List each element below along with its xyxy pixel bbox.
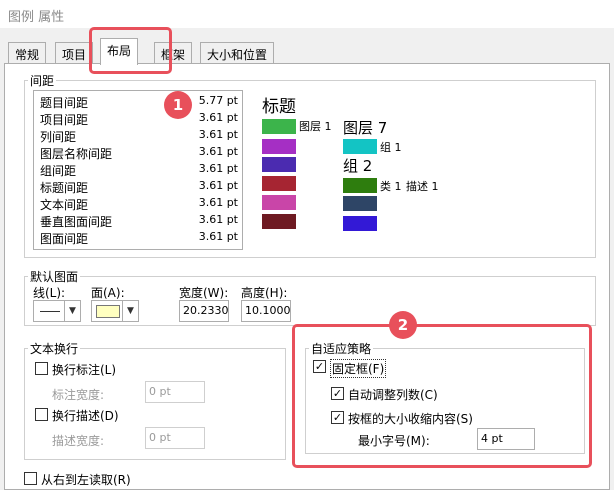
height-label: 高度(H): (241, 286, 288, 300)
window-title: 图例 属性 (0, 0, 614, 28)
spacing-row[interactable]: 图层名称间距 3.61 pt (40, 145, 240, 162)
annotation-badge-2: 2 (389, 311, 417, 339)
preview-desc1: 描述 1 (406, 180, 439, 193)
spacing-row[interactable]: 组间距 3.61 pt (40, 162, 240, 179)
preview-group1: 组 1 (380, 141, 402, 154)
preview-swatch (262, 139, 296, 154)
height-input[interactable]: 10.1000 (241, 300, 291, 322)
wrap-desc-checkbox[interactable] (35, 408, 48, 421)
spacing-row[interactable]: 题目间距 5.77 pt (40, 94, 240, 111)
width-input[interactable]: 20.2330 (179, 300, 229, 322)
spacing-row[interactable]: 垂直图面间距 3.61 pt (40, 213, 240, 230)
preview-swatch (262, 195, 296, 210)
preview-layer7: 图层 7 (343, 119, 388, 137)
preview-swatch (343, 178, 377, 193)
preview-swatch (262, 157, 296, 172)
preview-swatch (343, 216, 377, 231)
annotation-highlight-box (292, 324, 592, 468)
spacing-row-value[interactable]: 3.61 pt (199, 145, 238, 158)
tab-size-position[interactable]: 大小和位置 (200, 42, 275, 64)
preview-title: 标题 (262, 97, 296, 117)
spacing-row[interactable]: 列间距 3.61 pt (40, 128, 240, 145)
annotation-badge-1: 1 (164, 91, 192, 119)
spacing-row[interactable]: 标题间距 3.61 pt (40, 179, 240, 196)
area-combo[interactable]: ▼ (91, 300, 139, 322)
chevron-down-icon: ▼ (64, 301, 80, 321)
area-label: 面(A): (91, 286, 125, 300)
line-combo[interactable]: ▼ (33, 300, 81, 322)
spacing-row-label: 垂直图面间距 (40, 215, 113, 229)
width-label: 宽度(W): (179, 286, 229, 300)
rtl-text: 从右到左读取(R) (41, 473, 131, 487)
spacing-row-value[interactable]: 3.61 pt (199, 179, 238, 192)
spacing-row-label: 项目间距 (40, 113, 89, 127)
preview-swatch (262, 176, 296, 191)
spacing-row[interactable]: 文本间距 3.61 pt (40, 196, 240, 213)
preview-layer1: 图层 1 (299, 120, 332, 133)
preview-swatch (262, 214, 296, 229)
spacing-row-label: 图面间距 (40, 232, 89, 246)
wrap-label-checkbox[interactable] (35, 362, 48, 375)
preview-swatch (262, 119, 296, 134)
spacing-row[interactable]: 项目间距 3.61 pt (40, 111, 240, 128)
preview-swatch (343, 139, 377, 154)
spacing-row-label: 图层名称间距 (40, 147, 113, 161)
tab-general[interactable]: 常规 (8, 42, 47, 64)
spacing-row-label: 文本间距 (40, 198, 89, 212)
spacing-row-value[interactable]: 3.61 pt (199, 111, 238, 124)
tab-layout[interactable]: 布局 (100, 38, 139, 65)
line-label: 线(L): (33, 286, 66, 300)
preview-swatch (343, 196, 377, 211)
default-patch-title: 默认图面 (28, 268, 81, 285)
spacing-row-value[interactable]: 3.61 pt (199, 213, 238, 226)
wrap-desc-text: 换行描述(D) (52, 409, 119, 423)
label-width-label: 标注宽度: (52, 388, 105, 402)
spacing-row-label: 题目间距 (40, 96, 89, 110)
chevron-down-icon: ▼ (122, 301, 138, 321)
desc-width-label: 描述宽度: (52, 434, 105, 448)
spacing-row-value[interactable]: 5.77 pt (199, 94, 238, 107)
tab-items[interactable]: 项目 (55, 42, 94, 64)
spacing-row[interactable]: 图面间距 3.61 pt (40, 230, 240, 247)
spacing-row-value[interactable]: 3.61 pt (199, 230, 238, 243)
preview-group2: 组 2 (343, 157, 373, 175)
desc-width-input[interactable]: 0 pt (145, 427, 205, 449)
spacing-row-label: 组间距 (40, 164, 77, 178)
spacing-row-value[interactable]: 3.61 pt (199, 162, 238, 175)
spacing-group-title: 间距 (28, 72, 57, 89)
label-width-input[interactable]: 0 pt (145, 381, 205, 403)
preview-class1: 类 1 (380, 180, 402, 193)
spacing-row-label: 标题间距 (40, 181, 89, 195)
rtl-checkbox[interactable] (24, 472, 37, 485)
spacing-list[interactable]: 题目间距 5.77 pt 项目间距 3.61 pt 列间距 3.61 pt 图层名称间… (33, 90, 243, 250)
spacing-row-label: 列间距 (40, 130, 77, 144)
line-sample (40, 311, 60, 312)
area-color-swatch (96, 305, 120, 318)
text-wrap-title: 文本换行 (28, 340, 81, 357)
spacing-row-value[interactable]: 3.61 pt (199, 196, 238, 209)
wrap-label-text: 换行标注(L) (52, 363, 117, 377)
spacing-row-value[interactable]: 3.61 pt (199, 128, 238, 141)
